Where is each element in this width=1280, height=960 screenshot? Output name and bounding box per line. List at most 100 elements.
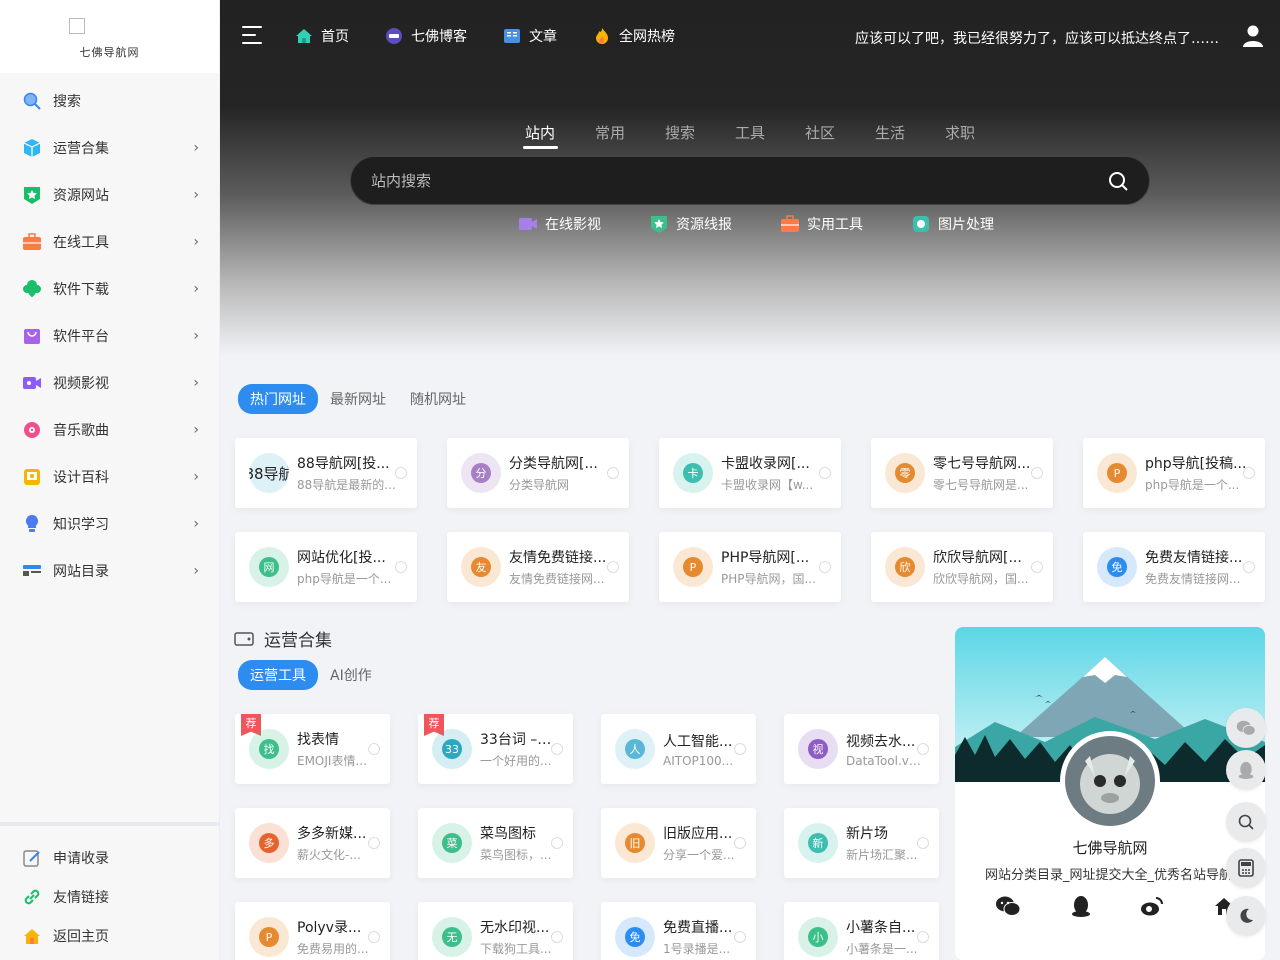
sidebar-item-1[interactable]: 运营合集 ›	[0, 124, 219, 171]
topnav-item-0[interactable]: 首页	[295, 26, 349, 46]
details-icon[interactable]	[734, 837, 746, 849]
site-card[interactable]: 网 网站优化[投... php导航是一个...	[235, 532, 417, 602]
details-icon[interactable]	[734, 931, 746, 943]
sidebar-item-2[interactable]: 资源网站 ›	[0, 171, 219, 218]
search-tab-3[interactable]: 工具	[735, 122, 805, 143]
search-tab-2[interactable]: 搜索	[665, 122, 735, 143]
details-icon[interactable]	[368, 743, 380, 755]
avatar[interactable]	[1060, 731, 1160, 831]
ops-tabs-0[interactable]: 运营工具	[238, 660, 318, 690]
details-icon[interactable]	[395, 467, 407, 479]
details-icon[interactable]	[551, 837, 563, 849]
qq-float-button[interactable]	[1226, 750, 1266, 790]
site-card[interactable]: 荐 找 找表情 EMOJI表情...	[235, 714, 390, 784]
details-icon[interactable]	[368, 931, 380, 943]
sidebar-footer-item-2[interactable]: 返回主页	[0, 916, 220, 955]
sidebar-item-0[interactable]: 搜索	[0, 77, 219, 124]
site-card[interactable]: 零 零七号导航网... 零七号导航网是...	[871, 438, 1053, 508]
search-tab-0[interactable]: 站内	[523, 122, 595, 149]
search-icon[interactable]	[1107, 170, 1129, 192]
logo[interactable]: 七佛导航网	[0, 0, 219, 73]
site-card[interactable]: P PHP导航网[... PHP导航网，国...	[659, 532, 841, 602]
details-icon[interactable]	[1031, 561, 1043, 573]
site-card[interactable]: 多 多多新媒... 薪火文化-...	[235, 808, 390, 878]
video-icon	[518, 214, 538, 234]
site-card[interactable]: 免 免费友情链接... 免费友情链接网...	[1083, 532, 1265, 602]
sidebar-footer-item-1[interactable]: 友情链接	[0, 877, 220, 916]
sidebar-item-10[interactable]: 网站目录 ›	[0, 547, 219, 594]
site-avatar: 免	[1097, 547, 1137, 587]
quick-link-label: 图片处理	[938, 217, 994, 233]
sidebar-item-5[interactable]: 软件平台 ›	[0, 312, 219, 359]
sidebar-item-3[interactable]: 在线工具 ›	[0, 218, 219, 265]
user-icon[interactable]	[1242, 24, 1264, 48]
site-desc: 菜鸟图标，...	[480, 848, 552, 862]
search-tab-4[interactable]: 社区	[805, 122, 875, 143]
site-card[interactable]: 卡 卡盟收录网[... 卡盟收录网【w...	[659, 438, 841, 508]
details-icon[interactable]	[1243, 561, 1255, 573]
details-icon[interactable]	[551, 931, 563, 943]
details-icon[interactable]	[917, 743, 929, 755]
quick-link-2[interactable]: 实用工具	[780, 214, 863, 234]
site-card[interactable]: 旧 旧版应用... 分享一个爱...	[601, 808, 756, 878]
site-card[interactable]: 菜 菜鸟图标 菜鸟图标，...	[418, 808, 573, 878]
qq-icon[interactable]	[1070, 895, 1092, 917]
calculator-float-button[interactable]	[1226, 848, 1266, 888]
details-icon[interactable]	[1031, 467, 1043, 479]
menu-toggle-icon[interactable]	[242, 26, 264, 48]
ops-tabs-1[interactable]: AI创作	[318, 660, 384, 690]
quick-link-1[interactable]: 资源线报	[649, 214, 732, 234]
sidebar-item-4[interactable]: 软件下载 ›	[0, 265, 219, 312]
sidebar-footer-item-0[interactable]: 申请收录	[0, 838, 220, 877]
topnav-item-2[interactable]: 文章	[503, 26, 557, 46]
site-card[interactable]: 新 新片场 新片场汇聚...	[784, 808, 939, 878]
quick-link-0[interactable]: 在线影视	[518, 214, 601, 234]
details-icon[interactable]	[551, 743, 563, 755]
hot-tabs-2[interactable]: 随机网址	[398, 384, 478, 414]
search-tab-5[interactable]: 生活	[875, 122, 945, 143]
site-card[interactable]: 荐 33 33台词 – ... 一个好用的...	[418, 714, 573, 784]
wechat-icon[interactable]	[995, 895, 1021, 917]
theme-float-button[interactable]	[1226, 896, 1266, 936]
site-card[interactable]: 欣 欣欣导航网[... 欣欣导航网，国...	[871, 532, 1053, 602]
site-card[interactable]: 视 视频去水... DataTool.vi...	[784, 714, 939, 784]
details-icon[interactable]	[819, 561, 831, 573]
site-card[interactable]: P Polyv录... 免费易用的...	[235, 902, 390, 960]
details-icon[interactable]	[368, 837, 380, 849]
site-card[interactable]: P php导航[投稿... php导航是一个...	[1083, 438, 1265, 508]
cube-icon	[22, 138, 42, 158]
hot-tabs: 热门网址 最新网址 随机网址	[238, 384, 478, 414]
details-icon[interactable]	[1243, 467, 1255, 479]
site-card[interactable]: 免 免费直播... 1号录播是...	[601, 902, 756, 960]
wechat-float-button[interactable]	[1226, 708, 1266, 748]
search-float-button[interactable]	[1226, 802, 1266, 842]
weibo-icon[interactable]	[1140, 895, 1164, 917]
social-links	[995, 895, 1235, 917]
site-card[interactable]: 分 分类导航网[... 分类导航网	[447, 438, 629, 508]
site-card[interactable]: 友 友情免费链接... 友情免费链接网...	[447, 532, 629, 602]
search-tab-6[interactable]: 求职	[945, 122, 1015, 143]
details-icon[interactable]	[607, 467, 619, 479]
details-icon[interactable]	[395, 561, 407, 573]
sidebar-item-9[interactable]: 知识学习 ›	[0, 500, 219, 547]
main-area: 首页 七佛博客 文章 全网热榜 应该可以了吧，我已经很努力了，应该可以抵达终点了…… …	[220, 0, 1280, 960]
search-input[interactable]	[371, 171, 1107, 190]
topnav-item-3[interactable]: 全网热榜	[593, 26, 675, 46]
details-icon[interactable]	[819, 467, 831, 479]
site-card[interactable]: 小 小薯条自... 小薯条是一...	[784, 902, 939, 960]
site-card[interactable]: 人 人工智能... AITOP100...	[601, 714, 756, 784]
sidebar-item-7[interactable]: 音乐歌曲 ›	[0, 406, 219, 453]
details-icon[interactable]	[917, 837, 929, 849]
topnav-item-1[interactable]: 七佛博客	[385, 26, 467, 46]
sidebar-item-8[interactable]: 设计百科 ›	[0, 453, 219, 500]
search-tab-1[interactable]: 常用	[595, 122, 665, 143]
hot-tabs-1[interactable]: 最新网址	[318, 384, 398, 414]
quick-link-3[interactable]: 图片处理	[911, 214, 994, 234]
site-card[interactable]: 无 无水印视... 下载狗工具...	[418, 902, 573, 960]
details-icon[interactable]	[917, 931, 929, 943]
sidebar-item-6[interactable]: 视频影视 ›	[0, 359, 219, 406]
hot-tabs-0[interactable]: 热门网址	[238, 384, 318, 414]
site-card[interactable]: 88导航 88导航网[投... 88导航是最新的...	[235, 438, 417, 508]
details-icon[interactable]	[734, 743, 746, 755]
details-icon[interactable]	[607, 561, 619, 573]
